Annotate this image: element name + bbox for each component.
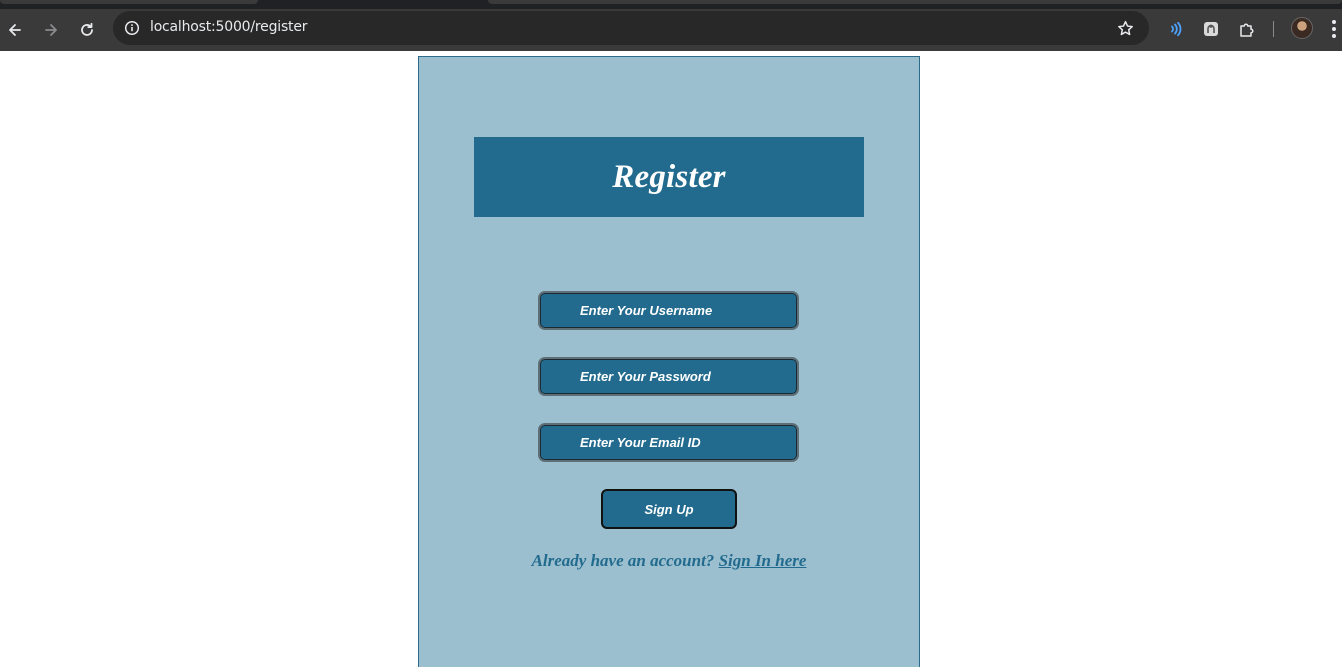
extensions-menu-button[interactable] xyxy=(1234,16,1260,42)
browser-toolbar: localhost:5000/register xyxy=(0,9,1342,51)
back-button[interactable] xyxy=(0,15,30,45)
sound-wave-icon xyxy=(1171,21,1182,37)
tab-edge xyxy=(488,0,1342,4)
toolbar-divider xyxy=(1273,21,1274,37)
star-icon xyxy=(1117,20,1133,35)
puzzle-icon xyxy=(1240,23,1254,37)
profile-avatar[interactable] xyxy=(1291,17,1313,39)
address-bar[interactable]: localhost:5000/register xyxy=(113,11,1149,45)
page-title: Register xyxy=(612,158,726,195)
title-banner: Register xyxy=(474,137,864,217)
sign-up-button[interactable]: Sign Up xyxy=(601,489,737,529)
tab-strip xyxy=(0,0,1342,9)
extension-button[interactable] xyxy=(1162,16,1188,42)
arrow-left-icon xyxy=(9,24,21,36)
tab-edge xyxy=(0,0,258,4)
sign-in-link[interactable]: Sign In here xyxy=(719,551,807,570)
url-text[interactable]: localhost:5000/register xyxy=(150,19,307,35)
menu-dot xyxy=(1332,34,1336,38)
username-input[interactable] xyxy=(538,291,799,330)
more-vertical-icon[interactable] xyxy=(1327,17,1341,41)
bookmark-button[interactable] xyxy=(1115,18,1135,38)
signin-prompt: Already have an account? Sign In here xyxy=(419,551,919,571)
signin-prompt-text: Already have an account? xyxy=(531,551,715,570)
register-card: Register Sign Up Already have an account… xyxy=(418,56,920,667)
password-input[interactable] xyxy=(538,357,799,396)
site-info-button[interactable] xyxy=(119,15,145,41)
browser-chrome: localhost:5000/register xyxy=(0,0,1342,51)
extension-button[interactable] xyxy=(1198,16,1224,42)
menu-dot xyxy=(1332,20,1336,24)
menu-dot xyxy=(1332,27,1336,31)
extension-app-icon xyxy=(1204,22,1218,36)
arrow-right-icon xyxy=(45,24,57,36)
email-input[interactable] xyxy=(538,423,799,462)
reload-button[interactable] xyxy=(72,15,102,45)
reload-icon xyxy=(81,22,93,36)
forward-button[interactable] xyxy=(36,15,66,45)
info-icon xyxy=(124,20,140,36)
